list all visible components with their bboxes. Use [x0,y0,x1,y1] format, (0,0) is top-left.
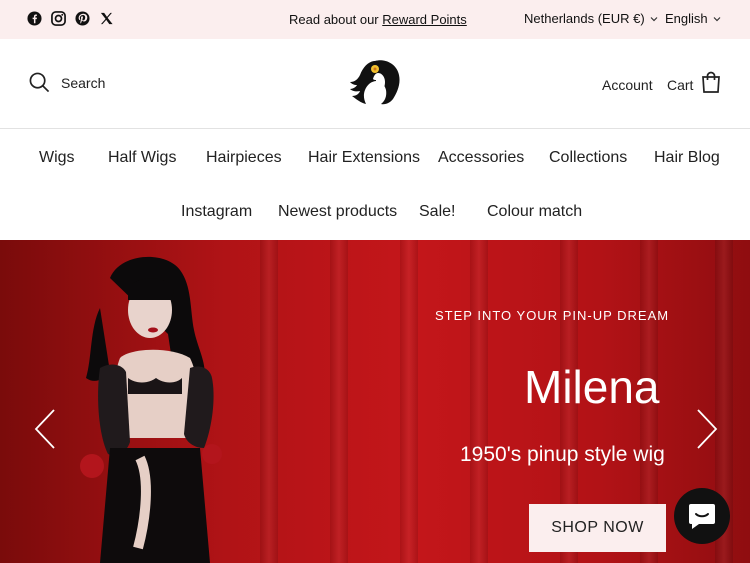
instagram-icon[interactable] [51,11,66,26]
search-label: Search [61,74,106,91]
reward-points-announcement: Read about our Reward Points [289,12,467,27]
social-links [27,11,114,26]
nav-item-hair-extensions[interactable]: Hair Extensions [308,149,420,167]
language-label: English [665,11,708,26]
previous-slide-icon[interactable] [34,408,56,450]
nav-item-half-wigs[interactable]: Half Wigs [108,149,176,167]
nav-item-colour-match[interactable]: Colour match [487,203,582,221]
facebook-icon[interactable] [27,11,42,26]
nav-item-wigs[interactable]: Wigs [39,149,75,167]
reward-points-link[interactable]: Reward Points [382,12,467,27]
shop-now-button[interactable]: SHOP NOW [529,504,666,552]
announcement-text: Read about our [289,12,383,27]
cart-link[interactable]: Cart [667,77,693,93]
search-button[interactable]: Search [29,72,105,93]
nav-item-sale[interactable]: Sale! [419,203,455,221]
country-label: Netherlands (EUR €) [524,11,645,26]
store-logo[interactable] [345,57,407,107]
hero-eyebrow: STEP INTO YOUR PIN-UP DREAM [435,308,670,323]
chevron-down-icon [650,16,658,21]
announcement-bar: Read about our Reward Points Netherlands… [0,0,750,39]
language-selector[interactable]: English [665,11,722,26]
site-header: Search Account Cart [0,39,750,129]
next-slide-icon[interactable] [696,408,718,450]
nav-item-newest-products[interactable]: Newest products [278,203,397,221]
nav-item-collections[interactable]: Collections [549,149,627,167]
search-icon [29,72,50,93]
hero-subtitle: 1950's pinup style wig [460,443,665,466]
chevron-down-icon [713,16,721,21]
chat-icon [689,504,715,529]
model-image [80,256,222,563]
nav-item-hair-blog[interactable]: Hair Blog [654,149,720,167]
hero-slideshow: STEP INTO YOUR PIN-UP DREAM Milena 1950'… [0,240,750,563]
chat-button[interactable] [674,488,730,544]
country-selector[interactable]: Netherlands (EUR €) [524,11,659,26]
nav-item-instagram[interactable]: Instagram [181,203,252,221]
shopping-bag-icon[interactable] [701,71,721,93]
account-link[interactable]: Account [602,77,653,93]
hero-title: Milena [524,361,660,413]
main-navigation: Wigs Half Wigs Hairpieces Hair Extension… [0,129,750,240]
nav-item-accessories[interactable]: Accessories [438,149,524,167]
pinterest-icon[interactable] [75,11,90,26]
x-icon[interactable] [99,11,114,26]
nav-item-hairpieces[interactable]: Hairpieces [206,149,282,167]
